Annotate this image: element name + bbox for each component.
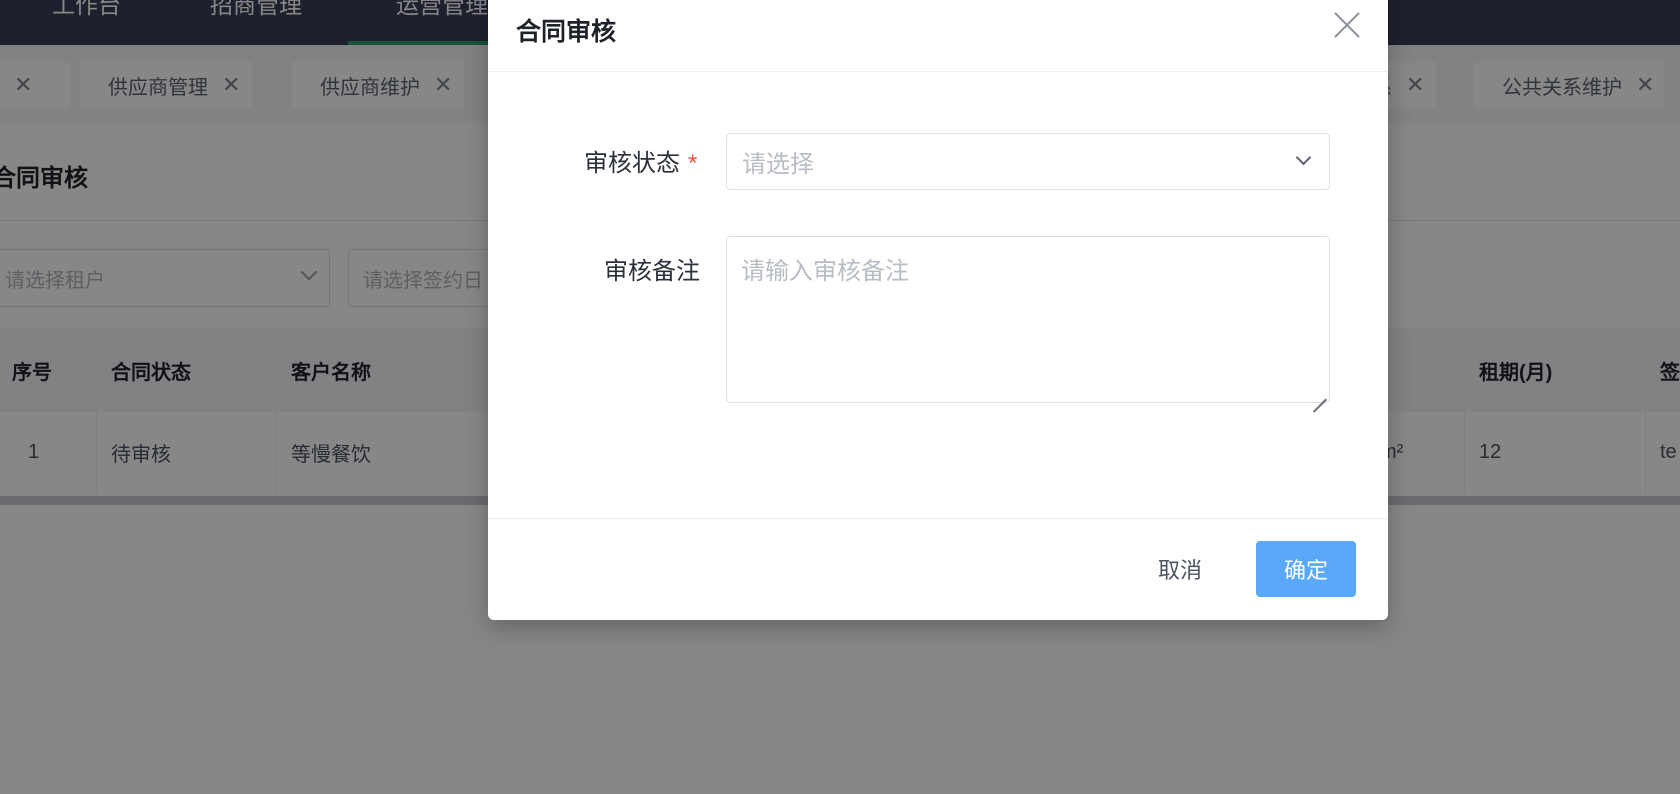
review-remark-textarea[interactable]: 请输入审核备注	[726, 236, 1330, 403]
dialog-footer-divider	[488, 518, 1388, 519]
confirm-button[interactable]: 确定	[1256, 541, 1356, 597]
review-status-label: 审核状态 *	[584, 143, 697, 178]
review-remark-label: 审核备注	[604, 258, 700, 285]
resize-handle-icon[interactable]	[1313, 386, 1327, 400]
dialog-title: 合同审核	[516, 18, 617, 46]
review-status-select[interactable]: 请选择	[726, 133, 1330, 190]
chevron-down-icon	[1295, 149, 1312, 166]
dialog-header: 合同审核	[488, 0, 1388, 72]
required-mark: *	[688, 150, 698, 177]
review-remark-placeholder: 请输入审核备注	[741, 258, 909, 285]
cancel-button[interactable]: 取消	[1140, 541, 1220, 597]
review-status-placeholder: 请选择	[742, 151, 814, 178]
review-status-label-text: 审核状态	[584, 150, 680, 177]
contract-review-dialog: 合同审核 审核状态 * 请选择 审核备注 请输入审核备注 取消 确定	[488, 0, 1388, 620]
close-icon[interactable]	[1332, 10, 1362, 40]
